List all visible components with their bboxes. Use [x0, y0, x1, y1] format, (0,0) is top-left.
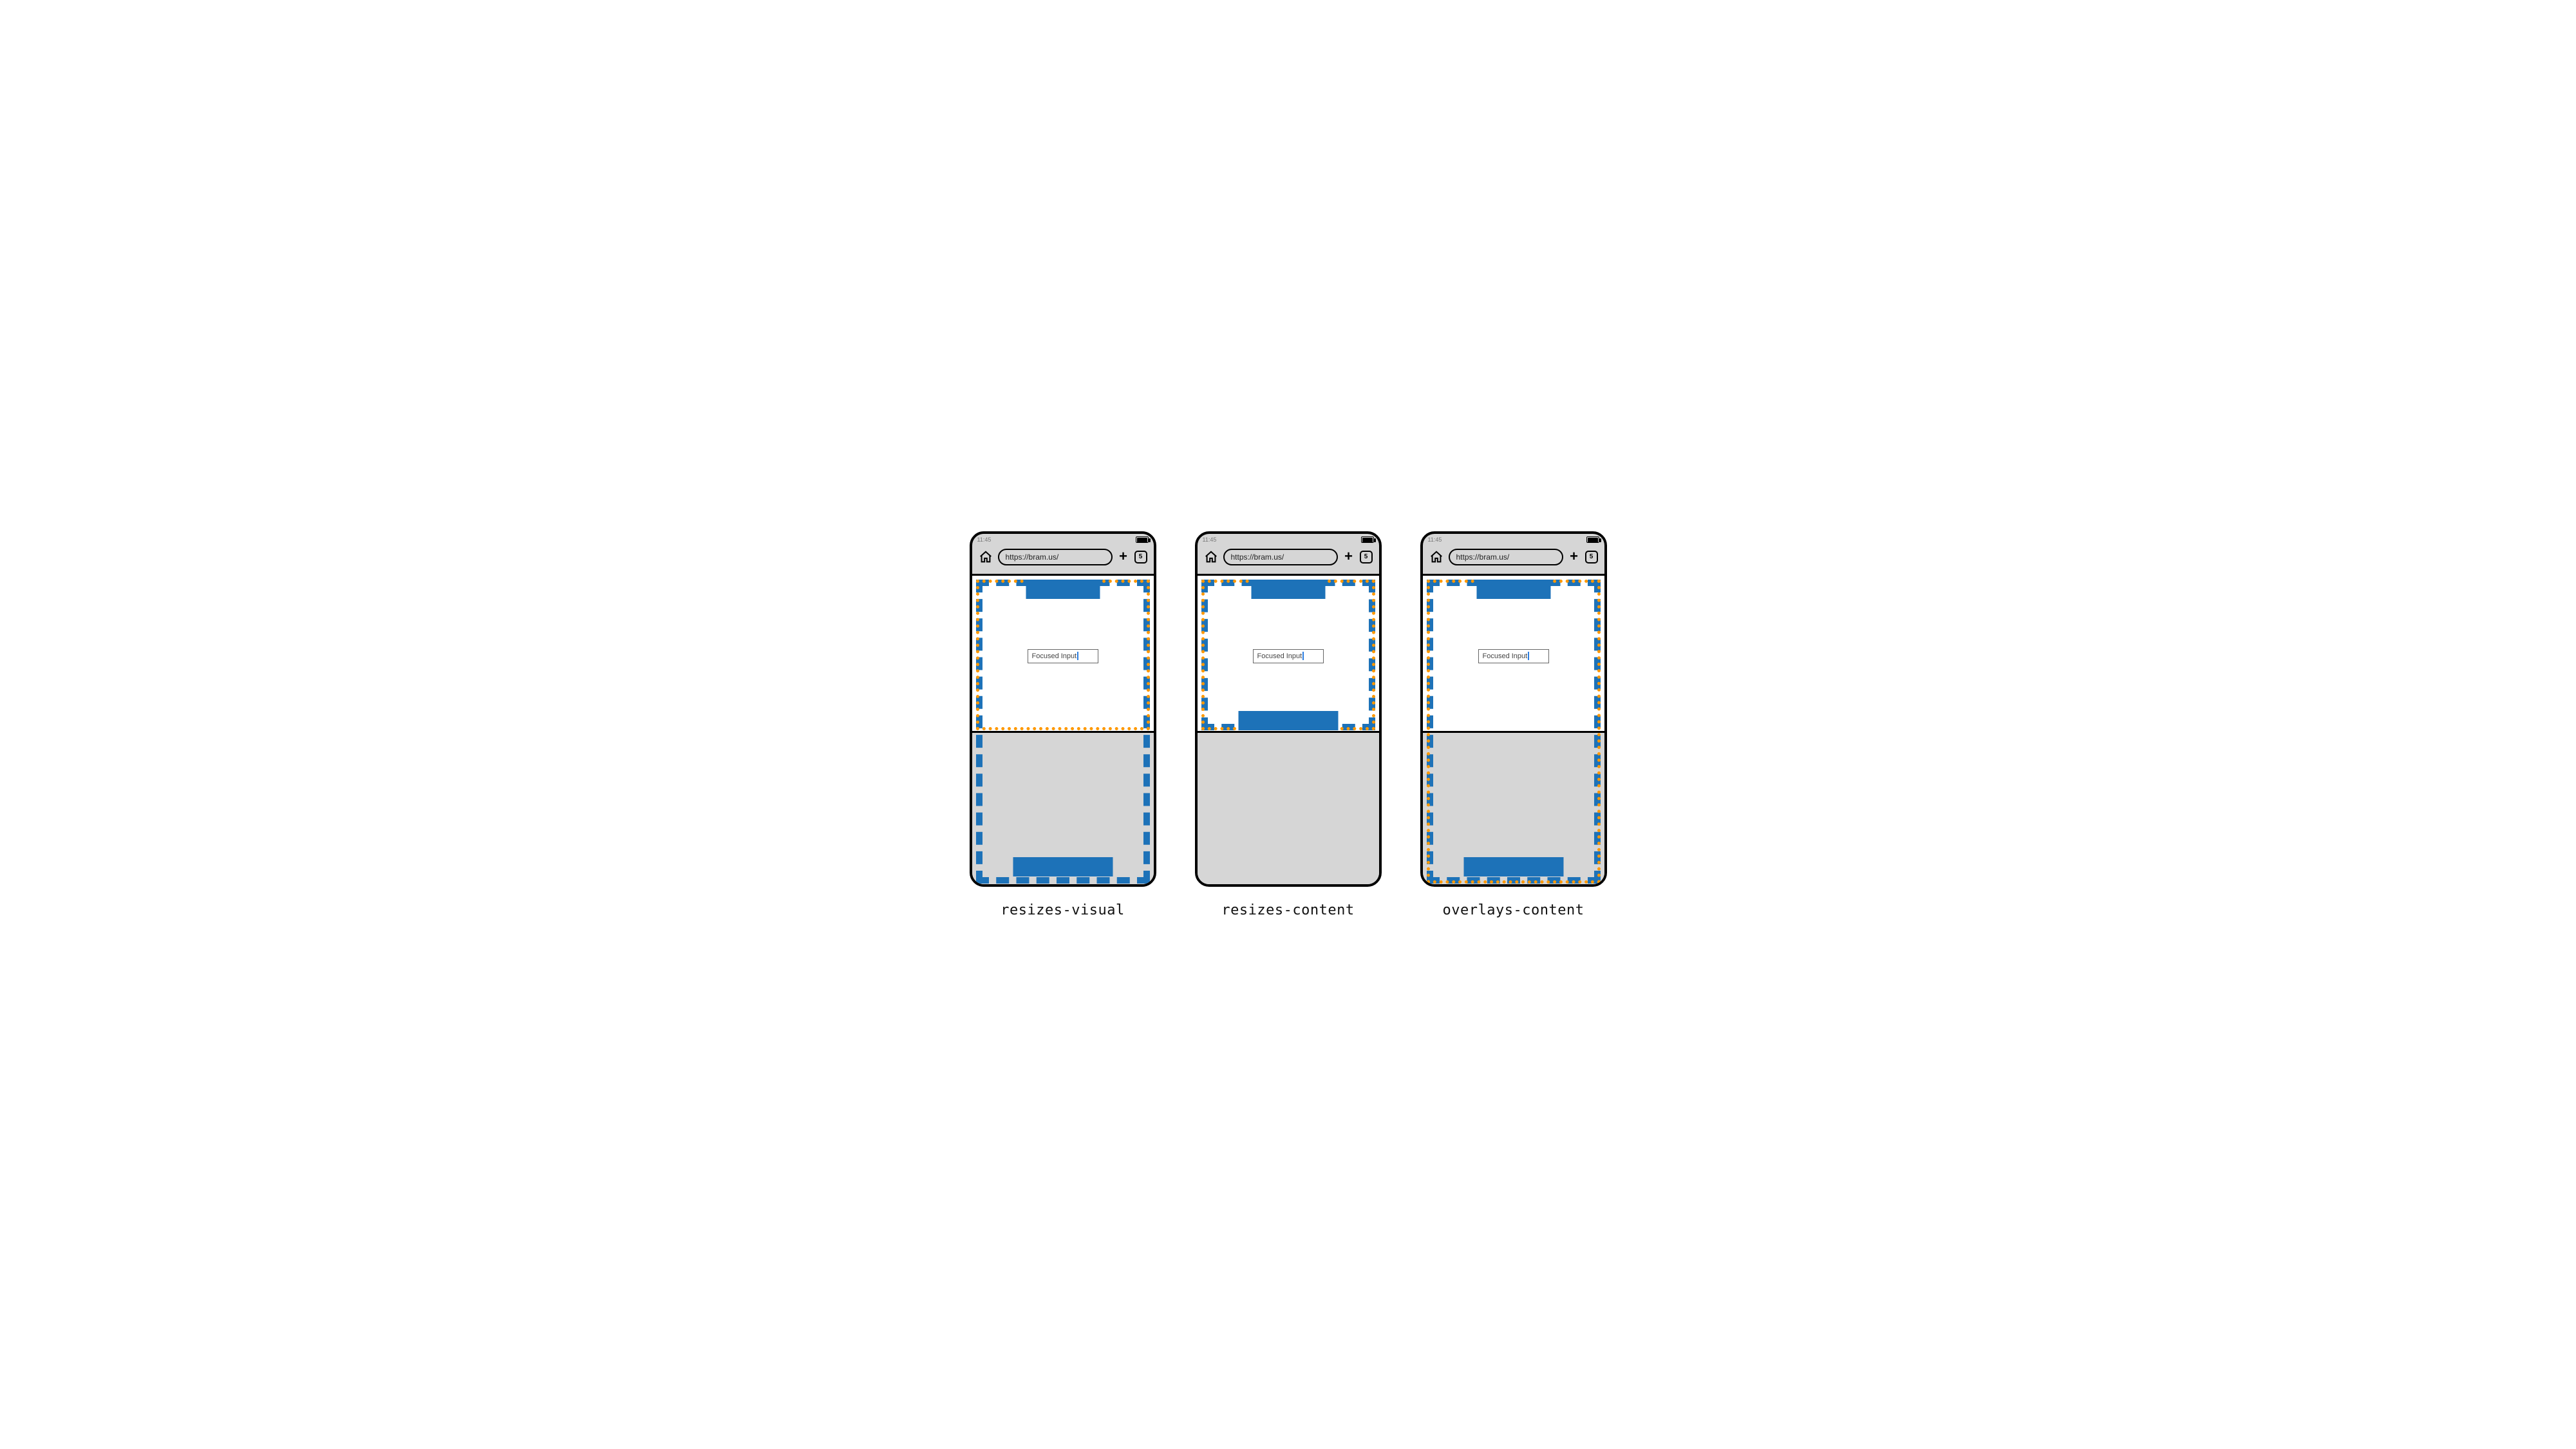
focused-input[interactable]: Focused Input — [1478, 649, 1549, 663]
fixed-header — [1251, 580, 1325, 599]
fixed-footer — [1013, 857, 1113, 876]
text-caret — [1302, 652, 1304, 660]
clock: 11:45 — [1203, 536, 1217, 543]
viewport: Focused Input — [1198, 574, 1379, 884]
clock: 11:45 — [977, 536, 992, 543]
input-value: Focused Input — [1032, 652, 1077, 660]
focused-input[interactable]: Focused Input — [1253, 649, 1324, 663]
browser-chrome: https://bram.us/ + 5 — [1198, 545, 1379, 574]
tab-count-button[interactable]: 5 — [1585, 551, 1598, 564]
browser-chrome: https://bram.us/ + 5 — [1423, 545, 1604, 574]
status-bar: 11:45 — [1423, 534, 1604, 545]
fixed-footer — [1238, 711, 1338, 730]
url-text: https://bram.us/ — [1006, 553, 1059, 562]
caption-resizes-visual: resizes-visual — [1001, 902, 1124, 918]
text-caret — [1077, 652, 1078, 660]
tab-count-button[interactable]: 5 — [1360, 551, 1373, 564]
viewport: Focused Input — [972, 574, 1154, 884]
mode-overlays-content: 11:45 https://bram.us/ + 5 — [1420, 531, 1607, 918]
home-icon[interactable] — [979, 550, 993, 564]
input-value: Focused Input — [1483, 652, 1528, 660]
mode-resizes-content: 11:45 https://bram.us/ + 5 — [1195, 531, 1382, 918]
address-bar[interactable]: https://bram.us/ — [1449, 549, 1563, 565]
battery-icon — [1361, 536, 1374, 543]
text-caret — [1528, 652, 1529, 660]
new-tab-icon[interactable]: + — [1568, 551, 1580, 563]
fixed-header — [1476, 580, 1550, 599]
phone-frame: 11:45 https://bram.us/ + 5 — [970, 531, 1156, 887]
focused-input[interactable]: Focused Input — [1028, 649, 1098, 663]
fixed-header — [1026, 580, 1100, 599]
new-tab-icon[interactable]: + — [1118, 551, 1129, 563]
fixed-footer — [1463, 857, 1563, 876]
home-icon[interactable] — [1429, 550, 1443, 564]
status-bar: 11:45 — [972, 534, 1154, 545]
viewport: Focused Input — [1423, 574, 1604, 884]
battery-icon — [1586, 536, 1599, 543]
virtual-keyboard — [1198, 731, 1379, 884]
status-bar: 11:45 — [1198, 534, 1379, 545]
new-tab-icon[interactable]: + — [1343, 551, 1355, 563]
tab-count-button[interactable]: 5 — [1134, 551, 1147, 564]
clock: 11:45 — [1428, 536, 1442, 543]
home-icon[interactable] — [1204, 550, 1218, 564]
address-bar[interactable]: https://bram.us/ — [998, 549, 1113, 565]
input-value: Focused Input — [1257, 652, 1302, 660]
caption-resizes-content: resizes-content — [1221, 902, 1354, 918]
phone-frame: 11:45 https://bram.us/ + 5 — [1195, 531, 1382, 887]
browser-chrome: https://bram.us/ + 5 — [972, 545, 1154, 574]
battery-icon — [1136, 536, 1149, 543]
url-text: https://bram.us/ — [1231, 553, 1284, 562]
diagram-stage: 11:45 https://bram.us/ + 5 — [970, 531, 1607, 918]
caption-overlays-content: overlays-content — [1443, 902, 1584, 918]
mode-resizes-visual: 11:45 https://bram.us/ + 5 — [970, 531, 1156, 918]
address-bar[interactable]: https://bram.us/ — [1223, 549, 1338, 565]
phone-frame: 11:45 https://bram.us/ + 5 — [1420, 531, 1607, 887]
url-text: https://bram.us/ — [1456, 553, 1510, 562]
